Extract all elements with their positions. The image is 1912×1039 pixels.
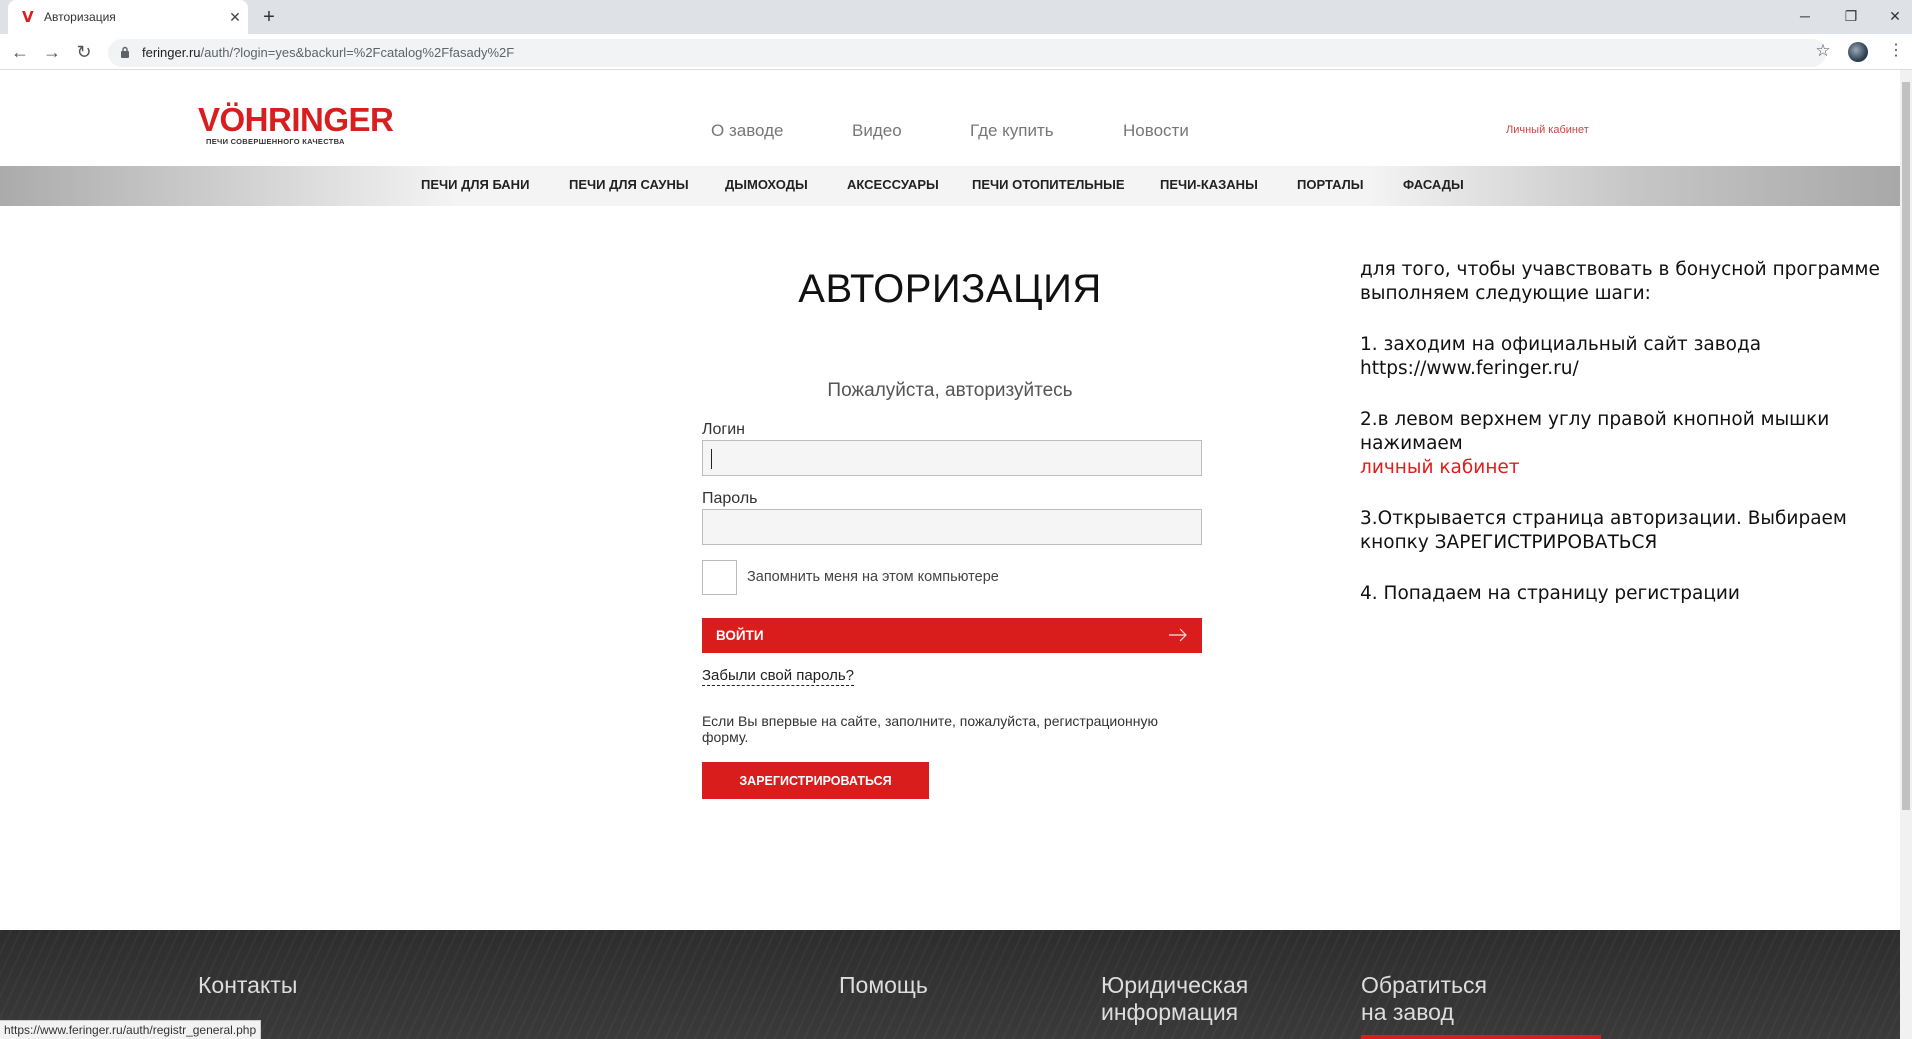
arrow-right-icon: [1169, 628, 1187, 642]
url-text: feringer.ru/auth/?login=yes&backurl=%2Fc…: [142, 45, 514, 61]
nav-about[interactable]: О заводе: [711, 120, 784, 142]
instructions-panel: для того, чтобы учавствовать в бонусной …: [1360, 258, 1892, 633]
lock-icon: [121, 46, 129, 58]
account-link[interactable]: Личный кабинет: [1506, 122, 1589, 138]
footer-contact-button[interactable]: [1361, 1035, 1601, 1039]
instructions-step-1: 1. заходим на официальный сайт завода ht…: [1360, 334, 1762, 379]
password-label: Пароль: [702, 490, 758, 507]
scrollbar-thumb[interactable]: [1902, 82, 1910, 810]
category-chimneys[interactable]: ДЫМОХОДЫ: [725, 177, 808, 193]
instructions-step-3: 3.Открывается страница авторизации. Выби…: [1360, 508, 1847, 553]
favicon-icon: V: [22, 8, 34, 26]
browser-tab-bar: V Авторизация ✕ + ─ ❐ ✕: [0, 0, 1912, 34]
forward-icon[interactable]: →: [40, 40, 64, 64]
status-bar-url: https://www.feringer.ru/auth/registr_gen…: [0, 1020, 262, 1039]
nav-video[interactable]: Видео: [852, 120, 902, 142]
login-button[interactable]: ВОЙТИ: [702, 618, 1202, 653]
back-icon[interactable]: ←: [8, 40, 32, 64]
logo-wordmark: VÖHRINGER: [198, 101, 394, 138]
profile-avatar[interactable]: [1848, 42, 1868, 62]
login-input[interactable]: [702, 440, 1202, 476]
logo-tagline: ПЕЧИ СОВЕРШЕННОГО КАЧЕСТВА: [206, 137, 345, 146]
instructions-step-2: 2.в левом верхнем углу правой кнопной мы…: [1360, 408, 1892, 480]
browser-tab[interactable]: V Авторизация ✕: [8, 0, 248, 34]
password-input[interactable]: [702, 509, 1202, 545]
category-facades[interactable]: ФАСАДЫ: [1403, 177, 1464, 193]
instructions-step-4: 4. Попадаем на страницу регистрации: [1360, 583, 1740, 604]
instructions-intro: для того, чтобы учавствовать в бонусной …: [1360, 259, 1880, 304]
category-portals[interactable]: ПОРТАЛЫ: [1297, 177, 1363, 193]
forgot-password-link[interactable]: Забыли свой пароль?: [702, 667, 854, 686]
footer-legal-heading: Юридическая информация: [1101, 972, 1248, 1026]
login-button-label: ВОЙТИ: [716, 628, 764, 643]
footer-legal-line-2: информация: [1101, 999, 1239, 1025]
footer-legal-line-1: Юридическая: [1101, 972, 1249, 998]
footer-help-heading: Помощь: [839, 972, 928, 998]
tab-title: Авторизация: [44, 10, 116, 24]
category-sauna-stoves[interactable]: ПЕЧИ ДЛЯ САУНЫ: [569, 177, 689, 193]
bookmark-star-icon[interactable]: ☆: [1812, 40, 1834, 62]
category-accessories[interactable]: АКСЕССУАРЫ: [847, 177, 939, 193]
site-logo[interactable]: VÖHRINGER ПЕЧИ СОВЕРШЕННОГО КАЧЕСТВА: [198, 102, 418, 152]
footer-contacts-heading: Контакты: [198, 972, 298, 998]
auth-subtitle: Пожалуйста, авторизуйтесь: [827, 380, 1073, 401]
tab-close-icon[interactable]: ✕: [226, 8, 244, 26]
reload-icon[interactable]: ↻: [72, 40, 96, 64]
text-cursor: [711, 449, 712, 469]
address-bar[interactable]: feringer.ru/auth/?login=yes&backurl=%2Fc…: [108, 39, 1826, 67]
footer-contact-factory-line-2: на завод: [1361, 999, 1454, 1025]
remember-label[interactable]: Запомнить меня на этом компьютере: [747, 568, 999, 586]
browser-menu-icon[interactable]: ⋮: [1888, 40, 1904, 62]
category-bath-stoves[interactable]: ПЕЧИ ДЛЯ БАНИ: [421, 177, 529, 193]
minimize-icon[interactable]: ─: [1790, 4, 1820, 28]
page-title: АВТОРИЗАЦИЯ: [798, 267, 1102, 311]
category-heating-stoves[interactable]: ПЕЧИ ОТОПИТЕЛЬНЫЕ: [972, 177, 1125, 193]
register-hint: Если Вы впервые на сайте, заполните, пож…: [702, 713, 1158, 745]
restore-icon[interactable]: ❐: [1836, 4, 1866, 28]
footer-contact-factory-heading: Обратиться на завод: [1361, 972, 1487, 1026]
new-tab-icon[interactable]: +: [256, 5, 282, 31]
window-close-icon[interactable]: ✕: [1880, 4, 1910, 28]
register-button-label: ЗАРЕГИСТРИРОВАТЬСЯ: [739, 774, 892, 788]
instructions-step-2-text: 2.в левом верхнем углу правой кнопной мы…: [1360, 409, 1830, 454]
nav-where-to-buy[interactable]: Где купить: [970, 120, 1054, 142]
footer-contact-factory-line-1: Обратиться: [1361, 972, 1487, 998]
register-button[interactable]: ЗАРЕГИСТРИРОВАТЬСЯ: [702, 762, 929, 799]
remember-checkbox[interactable]: [702, 560, 737, 595]
category-cauldron-stoves[interactable]: ПЕЧИ-КАЗАНЫ: [1160, 177, 1258, 193]
nav-news[interactable]: Новости: [1123, 120, 1189, 142]
browser-toolbar: ← → ↻ feringer.ru/auth/?login=yes&backur…: [0, 34, 1912, 70]
url-host: feringer.ru: [142, 45, 201, 60]
login-label: Логин: [702, 421, 746, 438]
url-path: /auth/?login=yes&backurl=%2Fcatalog%2Ffa…: [200, 45, 515, 60]
category-bar: [0, 166, 1900, 206]
instructions-account-link: личный кабинет: [1360, 457, 1520, 478]
